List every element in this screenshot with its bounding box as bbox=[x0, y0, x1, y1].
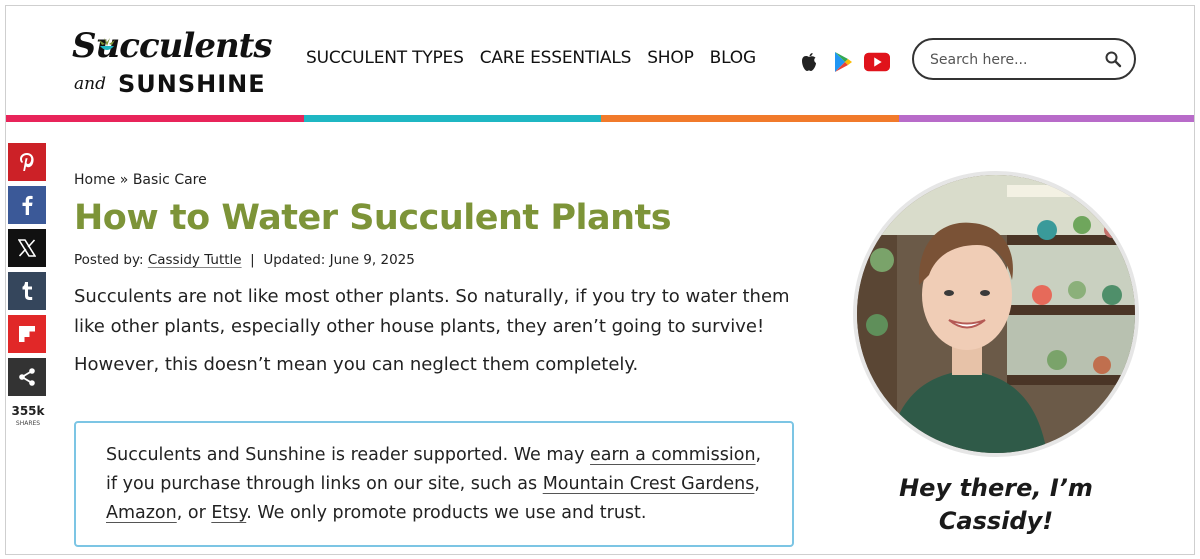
author-photo-image bbox=[857, 175, 1135, 453]
flipboard-icon bbox=[19, 326, 35, 342]
nav-shop[interactable]: SHOP bbox=[647, 48, 694, 68]
x-icon bbox=[18, 239, 36, 257]
intro-paragraph: Succulents are not like most other plant… bbox=[74, 286, 790, 337]
author-link[interactable]: Cassidy Tuttle bbox=[148, 252, 242, 268]
share-bar: 355k SHARES bbox=[8, 143, 48, 427]
app-links bbox=[796, 50, 898, 74]
nav-care-essentials[interactable]: CARE ESSENTIALS bbox=[480, 48, 632, 68]
breadcrumb: Home » Basic Care bbox=[74, 172, 804, 188]
search-box bbox=[912, 38, 1136, 80]
share-count-label: SHARES bbox=[15, 420, 41, 427]
post-meta: Posted by: Cassidy Tuttle | Updated: Jun… bbox=[74, 252, 804, 268]
page-frame: Succulents and SUNSHINE SUCCULENT TYPES … bbox=[5, 5, 1195, 555]
tumblr-share-button[interactable] bbox=[8, 272, 46, 310]
disclosure-text: , bbox=[754, 474, 760, 494]
share-count: 355k bbox=[11, 404, 45, 418]
flipboard-share-button[interactable] bbox=[8, 315, 46, 353]
author-photo bbox=[853, 171, 1139, 457]
share-icon bbox=[19, 368, 35, 386]
stripe-segment bbox=[303, 115, 601, 122]
nav-succulent-types[interactable]: SUCCULENT TYPES bbox=[306, 48, 464, 68]
posted-by-label: Posted by: bbox=[74, 252, 148, 268]
breadcrumb-separator: » bbox=[115, 172, 133, 188]
search-input[interactable] bbox=[930, 49, 1090, 71]
google-play-icon[interactable] bbox=[830, 50, 856, 74]
amazon-link[interactable]: Amazon bbox=[106, 503, 177, 523]
meta-separator: | bbox=[241, 252, 264, 268]
disclosure-text: , or bbox=[176, 503, 212, 523]
logo-wordmark-bottom: SUNSHINE bbox=[118, 70, 266, 98]
facebook-icon bbox=[22, 195, 33, 215]
stripe-segment bbox=[6, 115, 304, 122]
apple-icon[interactable] bbox=[796, 50, 822, 74]
tumblr-icon bbox=[22, 282, 33, 300]
x-share-button[interactable] bbox=[8, 229, 46, 267]
page-title: How to Water Succulent Plants bbox=[74, 198, 672, 238]
earn-commission-link[interactable]: earn a commission bbox=[590, 445, 756, 465]
disclosure-text: Succulents and Sunshine is reader suppor… bbox=[106, 445, 591, 465]
color-stripe bbox=[6, 115, 1194, 122]
affiliate-disclosure: Succulents and Sunshine is reader suppor… bbox=[74, 421, 794, 547]
article: Home » Basic Care How to Water Succulent… bbox=[74, 166, 804, 380]
site-logo[interactable]: Succulents and SUNSHINE bbox=[72, 26, 273, 106]
search-icon[interactable] bbox=[1104, 50, 1122, 68]
stripe-segment bbox=[601, 115, 899, 122]
mountain-crest-gardens-link[interactable]: Mountain Crest Gardens bbox=[543, 474, 755, 494]
author-greeting: Hey there, I’m Cassidy! bbox=[899, 474, 1093, 535]
youtube-icon[interactable] bbox=[864, 50, 890, 74]
main-nav: SUCCULENT TYPES CARE ESSENTIALS SHOP BLO… bbox=[306, 48, 772, 68]
logo-wordmark-and: and bbox=[74, 74, 106, 94]
pinterest-icon bbox=[20, 153, 34, 171]
stripe-segment bbox=[898, 115, 1194, 122]
site-header: Succulents and SUNSHINE SUCCULENT TYPES … bbox=[6, 6, 1194, 122]
disclosure-text: . We only promote products we use and tr… bbox=[246, 503, 647, 523]
breadcrumb-basic-care[interactable]: Basic Care bbox=[133, 172, 207, 188]
succulent-pot-icon bbox=[99, 38, 115, 50]
pinterest-share-button[interactable] bbox=[8, 143, 46, 181]
second-paragraph: However, this doesn’t mean you can negle… bbox=[74, 354, 639, 375]
nav-blog[interactable]: BLOG bbox=[710, 48, 756, 68]
breadcrumb-home[interactable]: Home bbox=[74, 172, 115, 188]
updated-date: Updated: June 9, 2025 bbox=[263, 252, 415, 268]
facebook-share-button[interactable] bbox=[8, 186, 46, 224]
more-share-button[interactable] bbox=[8, 358, 46, 396]
etsy-link[interactable]: Etsy bbox=[211, 503, 246, 523]
